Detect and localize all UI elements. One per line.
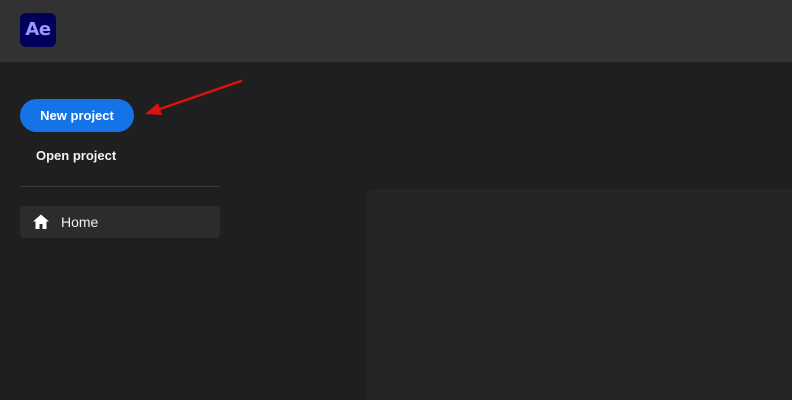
top-bar: Ae bbox=[0, 0, 792, 62]
sidebar-item-label: Home bbox=[61, 214, 99, 230]
open-project-button[interactable]: Open project bbox=[20, 140, 134, 170]
app-logo-text: Ae bbox=[25, 19, 51, 40]
sidebar-divider bbox=[20, 186, 220, 187]
app-window: Ae New project Open project Home bbox=[0, 0, 792, 400]
sidebar-item-home[interactable]: Home bbox=[20, 206, 220, 238]
home-icon bbox=[32, 213, 50, 231]
new-project-button[interactable]: New project bbox=[20, 99, 134, 132]
app-logo[interactable]: Ae bbox=[20, 13, 56, 47]
content-panel bbox=[367, 189, 792, 400]
